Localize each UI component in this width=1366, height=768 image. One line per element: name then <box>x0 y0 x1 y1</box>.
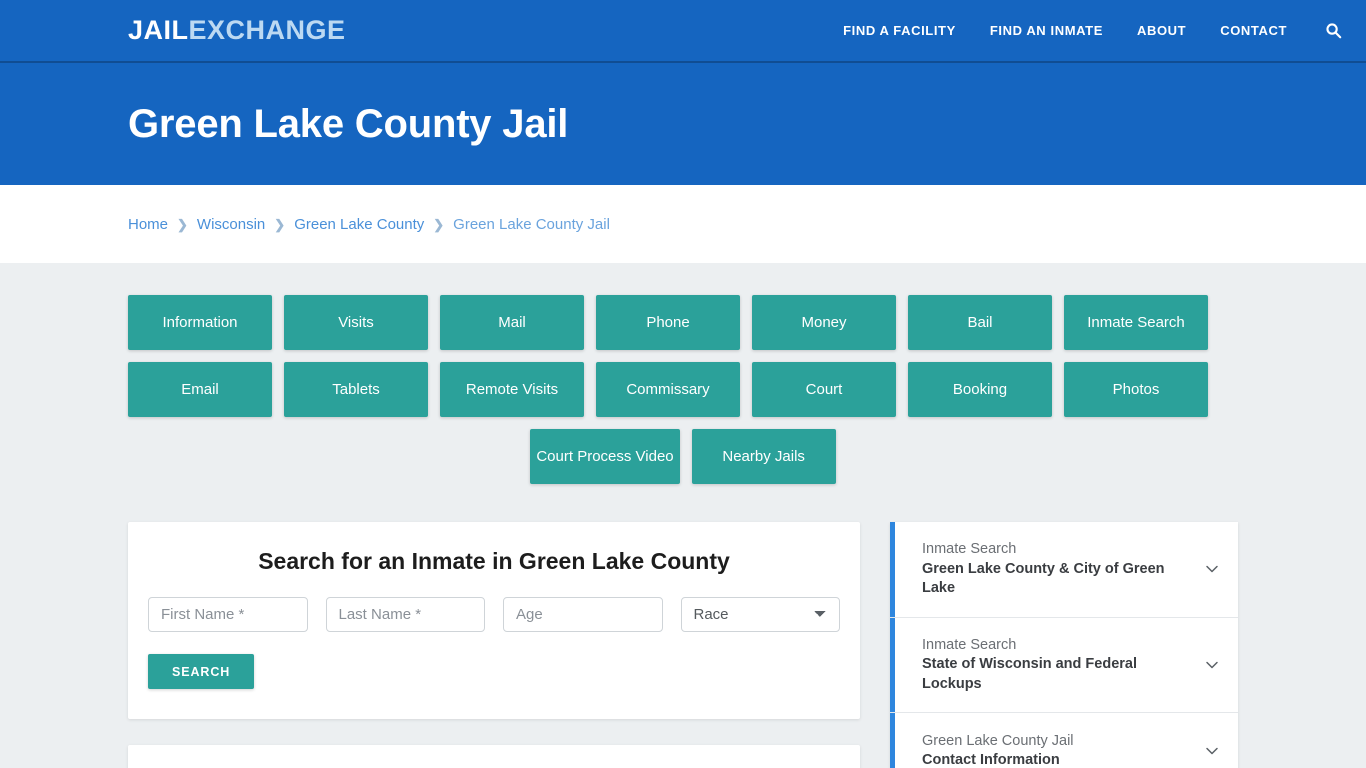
right-column: Inmate Search Green Lake County & City o… <box>890 522 1238 768</box>
breadcrumb-item-green-lake-county[interactable]: Green Lake County <box>294 216 424 233</box>
sidebar-item-subtitle: Inmate Search <box>922 541 1017 557</box>
tile-phone[interactable]: Phone <box>596 295 740 350</box>
breadcrumb-item-wisconsin[interactable]: Wisconsin <box>197 216 265 233</box>
first-name-field-wrap <box>148 597 308 632</box>
sidebar-item-inmate-search-county[interactable]: Inmate Search Green Lake County & City o… <box>890 522 1238 618</box>
first-name-input[interactable] <box>148 597 308 632</box>
sidebar-item-text: Green Lake County Jail Contact Informati… <box>922 732 1190 768</box>
tile-remote-visits[interactable]: Remote Visits <box>440 362 584 417</box>
inmate-search-heading: Search for an Inmate in Green Lake Count… <box>258 548 730 574</box>
search-icon[interactable] <box>1325 22 1342 39</box>
left-column: Search for an Inmate in Green Lake Count… <box>128 522 860 768</box>
content-columns: Search for an Inmate in Green Lake Count… <box>128 522 1238 768</box>
nav-item-find-a-facility[interactable]: FIND A FACILITY <box>843 23 956 38</box>
facility-section-tiles: Information Visits Mail Phone Money Bail… <box>128 295 1238 484</box>
main-content-area: Information Visits Mail Phone Money Bail… <box>0 263 1366 768</box>
tile-email[interactable]: Email <box>128 362 272 417</box>
nav-item-contact[interactable]: CONTACT <box>1220 23 1287 38</box>
race-field-wrap: Race <box>680 597 840 632</box>
sidebar-item-text: Inmate Search State of Wisconsin and Fed… <box>922 636 1190 695</box>
tile-row-1: Information Visits Mail Phone Money Bail… <box>128 295 1238 350</box>
logo-text-primary: JAIL <box>128 15 189 45</box>
race-select[interactable]: Race <box>680 597 840 632</box>
tile-court-process-video[interactable]: Court Process Video <box>530 429 680 484</box>
sidebar-item-contact-information[interactable]: Green Lake County Jail Contact Informati… <box>890 713 1238 768</box>
tile-money[interactable]: Money <box>752 295 896 350</box>
tile-tablets[interactable]: Tablets <box>284 362 428 417</box>
sidebar-accordion: Inmate Search Green Lake County & City o… <box>890 522 1238 768</box>
sidebar-item-text: Inmate Search Green Lake County & City o… <box>922 540 1190 599</box>
sidebar-item-title: Green Lake County & City of Green Lake <box>922 560 1165 597</box>
sidebar-item-inmate-search-state[interactable]: Inmate Search State of Wisconsin and Fed… <box>890 617 1238 714</box>
sidebar-item-title: State of Wisconsin and Federal Lockups <box>922 656 1137 692</box>
top-navigation-bar: JAILEXCHANGE FIND A FACILITY FIND AN INM… <box>0 0 1366 63</box>
tile-photos[interactable]: Photos <box>1064 362 1208 417</box>
main-nav: FIND A FACILITY FIND AN INMATE ABOUT CON… <box>843 22 1342 39</box>
tile-information[interactable]: Information <box>128 295 272 350</box>
breadcrumb: Home ❯ Wisconsin ❯ Green Lake County ❯ G… <box>128 216 610 233</box>
chevron-down-icon[interactable] <box>1202 741 1222 761</box>
page-title: Green Lake County Jail <box>128 101 569 146</box>
age-input[interactable] <box>503 597 663 632</box>
inmate-search-fields: Race <box>148 597 840 632</box>
site-logo[interactable]: JAILEXCHANGE <box>128 15 346 46</box>
sidebar-item-subtitle: Green Lake County Jail <box>922 732 1074 749</box>
breadcrumb-item-green-lake-county-jail[interactable]: Green Lake County Jail <box>453 216 610 233</box>
inmate-search-panel: Search for an Inmate in Green Lake Count… <box>128 522 860 719</box>
jail-information-panel: Green Lake County Jail Information <box>128 745 860 768</box>
logo-text-secondary: EXCHANGE <box>188 15 346 45</box>
chevron-down-icon[interactable] <box>1202 559 1222 579</box>
breadcrumb-separator-icon: ❯ <box>177 216 188 232</box>
page-title-banner: Green Lake County Jail <box>0 63 1366 185</box>
tile-court[interactable]: Court <box>752 362 896 417</box>
tile-mail[interactable]: Mail <box>440 295 584 350</box>
tile-inmate-search[interactable]: Inmate Search <box>1064 295 1208 350</box>
tile-booking[interactable]: Booking <box>908 362 1052 417</box>
chevron-down-icon[interactable] <box>1202 655 1222 675</box>
last-name-field-wrap <box>325 597 485 632</box>
breadcrumb-bar: Home ❯ Wisconsin ❯ Green Lake County ❯ G… <box>0 185 1366 263</box>
sidebar-item-subtitle: Inmate Search <box>922 636 1017 653</box>
breadcrumb-separator-icon: ❯ <box>433 216 445 232</box>
nav-item-about[interactable]: ABOUT <box>1137 23 1186 38</box>
tile-row-3: Court Process Video Nearby Jails <box>128 429 1238 484</box>
breadcrumb-separator-icon: ❯ <box>274 216 286 232</box>
age-field-wrap <box>503 597 663 632</box>
breadcrumb-item-home[interactable]: Home <box>128 216 168 233</box>
tile-visits[interactable]: Visits <box>284 295 428 350</box>
tile-commissary[interactable]: Commissary <box>596 362 740 417</box>
tile-row-2: Email Tablets Remote Visits Commissary C… <box>128 362 1238 417</box>
last-name-input[interactable] <box>325 597 485 632</box>
tile-bail[interactable]: Bail <box>908 295 1052 350</box>
tile-nearby-jails[interactable]: Nearby Jails <box>691 429 836 484</box>
search-button[interactable]: SEARCH <box>148 654 255 689</box>
sidebar-item-title: Contact Information <box>922 752 1060 768</box>
nav-item-find-an-inmate[interactable]: FIND AN INMATE <box>990 23 1103 38</box>
